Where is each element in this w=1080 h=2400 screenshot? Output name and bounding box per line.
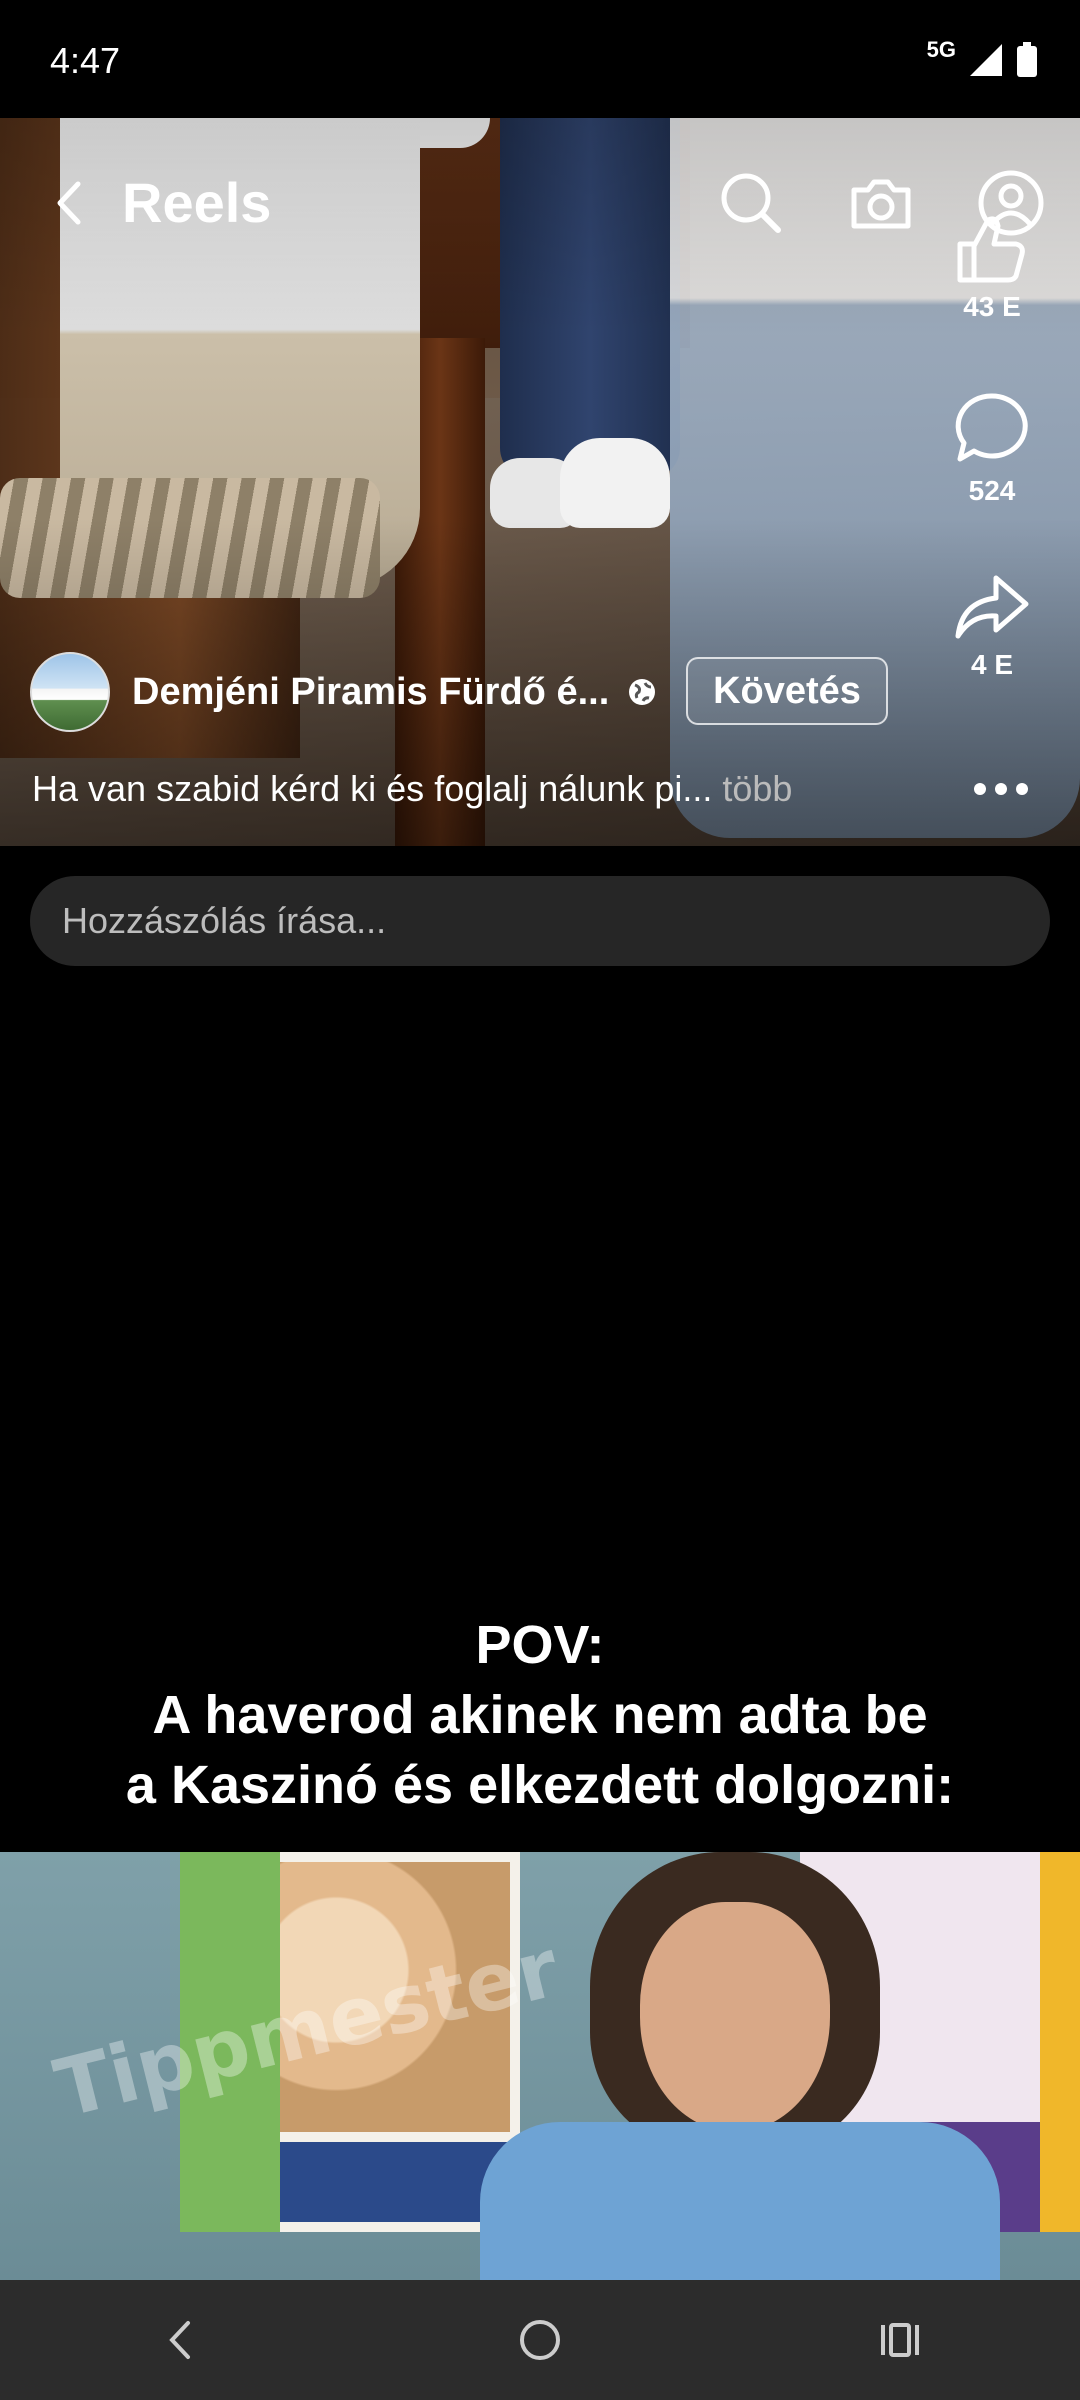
nav-recents-button[interactable] (860, 2300, 940, 2380)
home-circle-icon (520, 2320, 560, 2360)
comment-input[interactable]: Hozzászólás írása... (30, 876, 1050, 966)
nav-back-button[interactable] (140, 2300, 220, 2380)
camera-icon[interactable] (846, 168, 916, 238)
overlay-line: A haverod akinek nem adta be (152, 1685, 928, 1745)
status-time: 4:47 (50, 40, 121, 81)
more-dots-icon[interactable] (966, 764, 1036, 814)
caption-more-link[interactable]: több (722, 768, 792, 809)
status-icons: 5G (927, 37, 1038, 78)
post-caption[interactable]: Ha van szabid kérd ki és foglalj nálunk … (32, 768, 792, 810)
status-bar: 4:47 5G (0, 0, 1080, 118)
video-woman-shirt (480, 2122, 1000, 2280)
system-nav-bar (0, 2280, 1080, 2400)
overlay-line: POV: (475, 1615, 605, 1675)
chevron-left-icon[interactable] (46, 178, 96, 228)
battery-icon (1017, 42, 1037, 77)
share-arrow-icon (955, 575, 1029, 639)
overlay-line: a Kaszinó és elkezdett dolgozni: (125, 1755, 955, 1815)
recents-icon (881, 2323, 919, 2357)
comment-bubble-icon (955, 393, 1028, 462)
like-count: 43 E (963, 291, 1021, 322)
nav-home-button[interactable] (500, 2300, 580, 2380)
author-name[interactable]: Demjéni Piramis Fürdő é... (132, 671, 609, 714)
follow-button[interactable]: Követés (686, 657, 888, 725)
video-woman-face (640, 1902, 830, 2132)
author-row: Demjéni Piramis Fürdő é... (30, 652, 657, 732)
caption-text: Ha van szabid kérd ki és foglalj nálunk … (32, 768, 713, 809)
signal-icon (970, 44, 1002, 76)
avatar[interactable] (30, 652, 110, 732)
share-button[interactable]: 4 E (932, 572, 1052, 681)
thumbs-up-icon (957, 216, 1025, 283)
chevron-left-icon (169, 2321, 190, 2359)
next-reel-video[interactable]: Tippmester (0, 1852, 1080, 2280)
video-yellow-banner (1040, 1852, 1080, 2232)
search-icon[interactable] (716, 168, 786, 238)
network-type: 5G (926, 37, 956, 62)
globe-icon (629, 679, 656, 705)
share-count: 4 E (970, 649, 1014, 680)
comment-button[interactable]: 524 (932, 390, 1052, 507)
next-reel-overlay-text: POV: A haverod akinek nem adta be a Kasz… (0, 1610, 1080, 1820)
reels-header: Reels (0, 118, 1080, 298)
page-title: Reels (122, 171, 272, 234)
like-button[interactable]: 43 E (932, 212, 1052, 323)
comment-count: 524 (968, 475, 1016, 506)
